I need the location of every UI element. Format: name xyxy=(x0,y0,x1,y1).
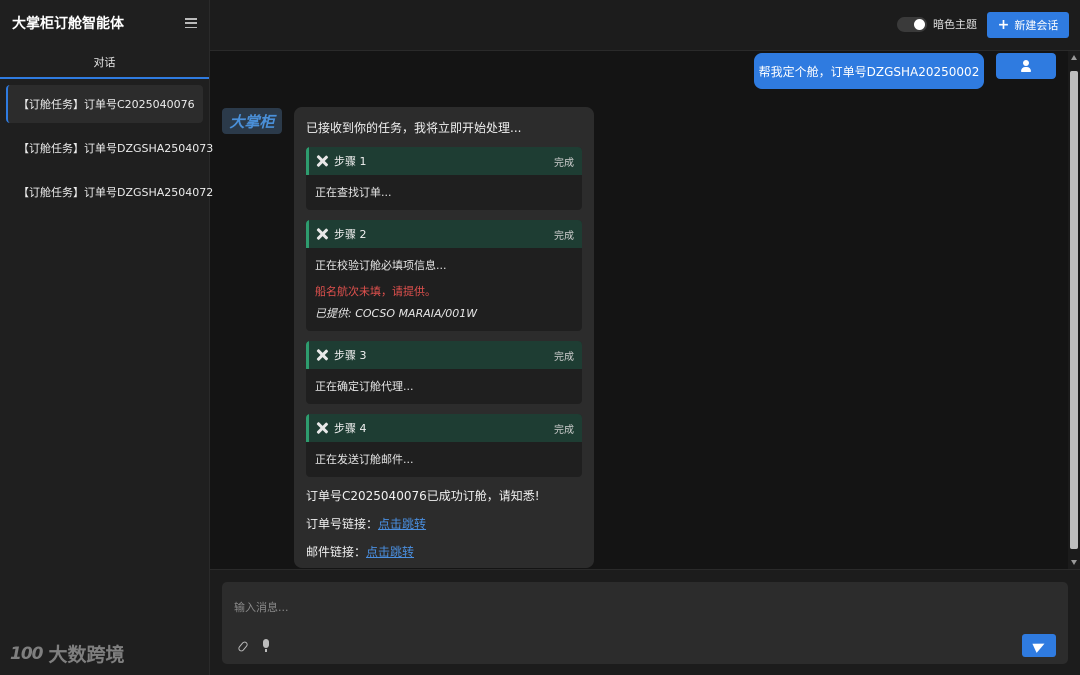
new-chat-label: 新建会话 xyxy=(1014,19,1059,32)
conversation-item[interactable]: 【订舱任务】订单号DZGSHA2504073 xyxy=(6,129,213,167)
conversation-list: 【订舱任务】订单号C2025040076 【订舱任务】订单号DZGSHA2504… xyxy=(0,79,213,223)
user-icon xyxy=(1020,60,1032,72)
sidebar-header: 大掌柜订舱智能体 xyxy=(0,0,209,46)
step-header: 步骤 1 完成 xyxy=(306,147,582,175)
order-link-row: 订单号链接：点击跳转 xyxy=(306,515,582,533)
tool-icon xyxy=(316,349,328,361)
step-status: 完成 xyxy=(554,351,574,363)
tool-icon xyxy=(316,155,328,167)
brand-watermark: 100 大数跨境 xyxy=(10,640,125,667)
composer-box xyxy=(222,582,1068,664)
mail-link-row: 邮件链接：点击跳转 xyxy=(306,543,582,561)
step-body: 正在校验订舱必填项信息... 船名航次未填，请提供。 已提供: COCSO MA… xyxy=(306,248,582,331)
step-status: 完成 xyxy=(554,157,574,169)
order-link[interactable]: 点击跳转 xyxy=(378,517,426,531)
step-title: 步骤 3 xyxy=(334,349,367,362)
step-title: 步骤 2 xyxy=(334,228,367,241)
step-status: 完成 xyxy=(554,424,574,436)
conversation-item[interactable]: 【订舱任务】订单号DZGSHA2504072 xyxy=(6,173,213,211)
step-body: 正在发送订舱邮件... xyxy=(306,442,582,477)
step-title: 步骤 1 xyxy=(334,155,367,168)
tool-icon xyxy=(316,422,328,434)
plus-icon: + xyxy=(997,17,1010,33)
new-chat-button[interactable]: + 新建会话 xyxy=(987,12,1069,38)
message-input[interactable] xyxy=(222,582,1068,632)
result-text: 订单号C2025040076已成功订舱，请知悉! xyxy=(306,489,540,503)
step-body: 正在确定订舱代理... xyxy=(306,369,582,404)
sidebar: 大掌柜订舱智能体 对话 【订舱任务】订单号C2025040076 【订舱任务】订… xyxy=(0,0,213,675)
step-header: 步骤 4 完成 xyxy=(306,414,582,442)
bot-message: 已接收到你的任务，我将立即开始处理... 步骤 1 完成 正在查找订单... 步… xyxy=(294,107,594,568)
app-title: 大掌柜订舱智能体 xyxy=(12,16,124,32)
step-header: 步骤 2 完成 xyxy=(306,220,582,248)
step-header: 步骤 3 完成 xyxy=(306,341,582,369)
step-body: 正在查找订单... xyxy=(306,175,582,210)
step-warning: 船名航次未填，请提供。 xyxy=(315,285,436,298)
chat-scrollbar[interactable] xyxy=(1068,51,1080,569)
brand-logo-text: 大数跨境 xyxy=(48,644,125,666)
step-provided: 已提供: COCSO MARAIA/001W xyxy=(315,307,478,320)
scroll-thumb[interactable] xyxy=(1070,71,1078,549)
step-text: 正在查找订单... xyxy=(315,186,392,199)
dark-theme-toggle[interactable] xyxy=(897,17,927,32)
bot-intro-text: 已接收到你的任务，我将立即开始处理... xyxy=(306,121,522,135)
step-card: 步骤 1 完成 正在查找订单... xyxy=(306,147,582,210)
brand-logo-mark: 100 xyxy=(10,643,43,664)
paperclip-icon[interactable] xyxy=(237,640,249,653)
composer xyxy=(210,569,1080,675)
user-message: 帮我定个舱，订单号DZGSHA20250002 xyxy=(754,53,984,89)
step-text: 正在发送订舱邮件... xyxy=(315,453,414,466)
send-icon xyxy=(1031,638,1047,653)
tab-conversations[interactable]: 对话 xyxy=(0,46,209,79)
bot-avatar: 大掌柜 xyxy=(222,108,282,134)
user-avatar xyxy=(996,53,1056,79)
top-bar: 暗色主题 + 新建会话 xyxy=(210,0,1080,51)
step-title: 步骤 4 xyxy=(334,422,367,435)
conversation-item[interactable]: 【订舱任务】订单号C2025040076 xyxy=(6,85,203,123)
scroll-up-arrow-icon[interactable] xyxy=(1071,55,1077,60)
step-card: 步骤 2 完成 正在校验订舱必填项信息... 船名航次未填，请提供。 已提供: … xyxy=(306,220,582,331)
step-text: 正在校验订舱必填项信息... xyxy=(315,259,447,272)
mail-link-label: 邮件链接： xyxy=(306,545,367,559)
send-button[interactable] xyxy=(1022,634,1056,657)
toggle-knob xyxy=(914,19,925,30)
step-card: 步骤 3 完成 正在确定订舱代理... xyxy=(306,341,582,404)
theme-label: 暗色主题 xyxy=(933,18,977,31)
scroll-down-arrow-icon[interactable] xyxy=(1071,560,1077,565)
step-text: 正在确定订舱代理... xyxy=(315,380,414,393)
mic-icon[interactable] xyxy=(261,639,271,653)
step-status: 完成 xyxy=(554,230,574,242)
tool-icon xyxy=(316,228,328,240)
chat-area: 帮我定个舱，订单号DZGSHA20250002 大掌柜 已接收到你的任务，我将立… xyxy=(210,51,1068,569)
menu-icon[interactable] xyxy=(185,18,197,28)
order-link-label: 订单号链接： xyxy=(306,517,379,531)
step-card: 步骤 4 完成 正在发送订舱邮件... xyxy=(306,414,582,477)
mail-link[interactable]: 点击跳转 xyxy=(366,545,414,559)
